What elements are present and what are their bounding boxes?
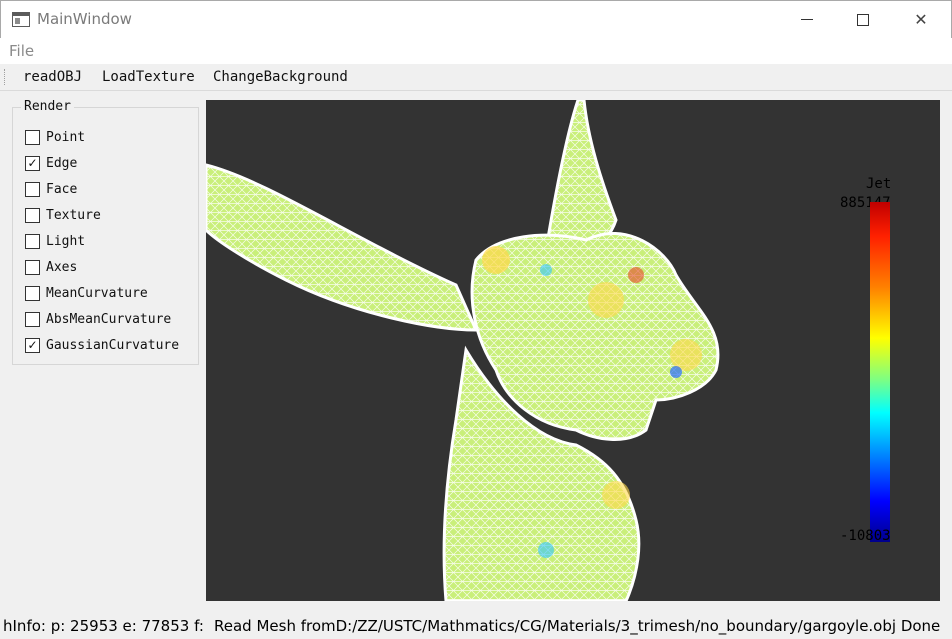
status-bar: hInfo: p: 25953 e: 77853 f: 51 Read Mesh… — [0, 613, 952, 639]
checkbox-label: Point — [46, 129, 86, 145]
checkbox-box[interactable] — [25, 285, 40, 301]
checkbox-box[interactable]: ✓ — [25, 337, 40, 353]
checkbox-label: GaussianCurvature — [46, 337, 180, 353]
menu-bar: File — [0, 38, 952, 64]
minimize-button[interactable] — [784, 1, 830, 38]
checkbox-label: Face — [46, 181, 78, 197]
checkbox-box[interactable] — [25, 181, 40, 197]
checkbox-label: Edge — [46, 155, 78, 171]
colorbar-gradient — [870, 202, 890, 542]
mesh-wing — [206, 163, 479, 332]
checkbox-box[interactable] — [25, 259, 40, 275]
checkbox-label: AbsMeanCurvature — [46, 311, 172, 327]
toolbar-grip-handle[interactable] — [4, 69, 6, 85]
status-info: hInfo: p: 25953 e: 77853 f: 51 — [3, 617, 208, 635]
minimize-icon — [801, 19, 813, 20]
close-button[interactable]: ✕ — [898, 1, 944, 38]
load-texture-button[interactable]: LoadTexture — [102, 69, 195, 85]
checkbox-label: Axes — [46, 259, 78, 275]
light-checkbox[interactable]: Light — [25, 232, 85, 250]
title-bar: MainWindow ✕ — [0, 0, 952, 38]
change-background-button[interactable]: ChangeBackground — [213, 69, 348, 85]
checkbox-box[interactable]: ✓ — [25, 155, 40, 171]
render-group-title: Render — [21, 99, 74, 114]
close-icon: ✕ — [914, 10, 928, 29]
gaussian-curvature-checkbox[interactable]: ✓ GaussianCurvature — [25, 336, 179, 354]
menu-file[interactable]: File — [9, 42, 34, 60]
status-message: Read Mesh fromD:/ZZ/USTC/Mathmatics/CG/M… — [214, 617, 941, 635]
checkbox-label: Texture — [46, 207, 101, 223]
colorbar-title: Jet — [866, 176, 892, 192]
maximize-button[interactable] — [840, 1, 886, 38]
maximize-icon — [857, 13, 869, 26]
colorbar-min-label: -10803 — [840, 528, 891, 544]
mesh-render — [206, 100, 720, 601]
toolbar: readOBJ LoadTexture ChangeBackground — [0, 64, 952, 91]
checkbox-label: Light — [46, 233, 86, 249]
edge-checkbox[interactable]: ✓ Edge — [25, 154, 77, 172]
read-obj-button[interactable]: readOBJ — [23, 69, 82, 85]
point-checkbox[interactable]: Point — [25, 128, 85, 146]
checkbox-label: MeanCurvature — [46, 285, 148, 301]
checkbox-box[interactable] — [25, 233, 40, 249]
window-title: MainWindow — [37, 10, 132, 28]
face-checkbox[interactable]: Face — [25, 180, 77, 198]
opengl-viewport[interactable]: Jet 885147 -10803 — [206, 100, 940, 601]
checkbox-box[interactable] — [25, 129, 40, 145]
app-window-icon — [12, 12, 30, 27]
axes-checkbox[interactable]: Axes — [25, 258, 77, 276]
render-group-box: Render Point ✓ Edge Face Texture Light A… — [12, 99, 199, 365]
checkbox-box[interactable] — [25, 207, 40, 223]
texture-checkbox[interactable]: Texture — [25, 206, 101, 224]
mean-curvature-checkbox[interactable]: MeanCurvature — [25, 284, 148, 302]
mesh-horn — [544, 100, 618, 256]
checkbox-box[interactable] — [25, 311, 40, 327]
abs-mean-curvature-checkbox[interactable]: AbsMeanCurvature — [25, 310, 171, 328]
